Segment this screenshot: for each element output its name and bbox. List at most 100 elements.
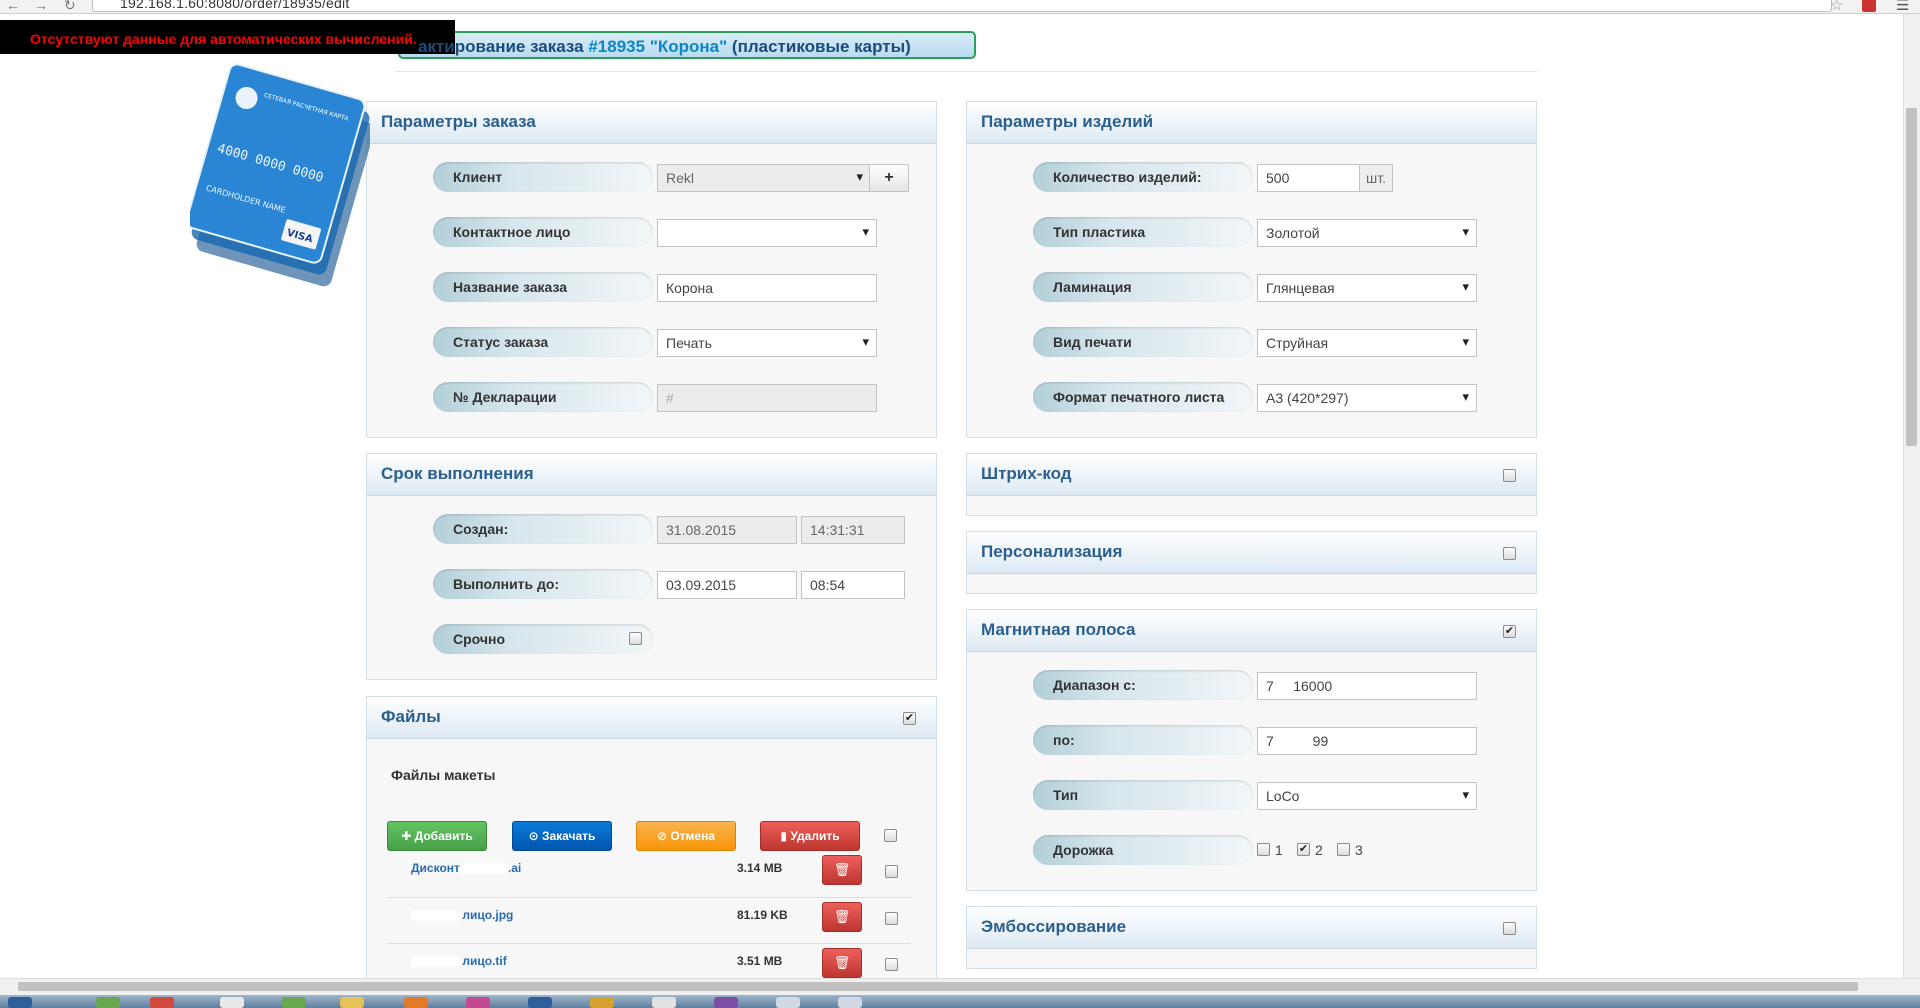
back-icon[interactable]: ← <box>6 0 20 13</box>
file-select-checkbox[interactable] <box>885 912 898 925</box>
pdf-extension-icon[interactable] <box>1862 0 1876 12</box>
add-client-button[interactable]: + <box>869 164 909 192</box>
range-from-label: Диапазон с: <box>1033 670 1253 700</box>
order-status-label: Статус заказа <box>433 327 653 357</box>
bookmark-star-icon[interactable]: ☆ <box>1830 0 1843 14</box>
title-suffix: (пластиковые карты) <box>727 37 911 56</box>
range-from-value: 7 16000 <box>1266 678 1333 694</box>
file-name-link[interactable]: лицо.jpg <box>411 908 513 922</box>
created-time-input[interactable]: 14:31:31 <box>801 516 905 544</box>
due-time-input[interactable]: 08:54 <box>801 571 905 599</box>
barcode-panel: Штрих-код <box>966 453 1537 516</box>
file-name-link[interactable]: лицо.tif <box>411 954 507 968</box>
file-select-checkbox[interactable] <box>885 865 898 878</box>
file-size: 3.14 MB <box>737 861 783 875</box>
client-select[interactable]: Rekl <box>657 164 871 192</box>
track-2-checkbox[interactable]: ✔ <box>1297 843 1310 856</box>
track-row: Дорожка 1 ✔ 2 3 <box>1033 835 1433 865</box>
embossing-toggle-checkbox[interactable] <box>1503 922 1516 935</box>
cancel-upload-button[interactable]: ⊘ Отмена <box>636 821 736 851</box>
barcode-title: Штрих-код <box>981 464 1072 483</box>
order-name-label: Название заказа <box>433 272 653 302</box>
taskbar-app-icon[interactable] <box>714 997 738 1008</box>
title-divider <box>395 71 1537 72</box>
order-name-input[interactable]: Корона <box>657 274 877 302</box>
barcode-toggle-checkbox[interactable] <box>1503 469 1516 482</box>
horizontal-scrollbar-thumb[interactable] <box>18 982 1858 991</box>
print-type-select[interactable]: Струйная <box>1257 329 1477 357</box>
browser-menu-icon[interactable]: ☰ <box>1896 0 1909 14</box>
declaration-input[interactable]: # <box>657 384 877 412</box>
plastic-type-select[interactable]: Золотой <box>1257 219 1477 247</box>
taskbar-app-icon[interactable] <box>340 997 364 1008</box>
created-date-input[interactable]: 31.08.2015 <box>657 516 797 544</box>
deadline-title: Срок выполнения <box>381 464 534 483</box>
urgent-checkbox[interactable] <box>629 632 642 645</box>
personalization-toggle-checkbox[interactable] <box>1503 547 1516 560</box>
sheet-format-value: А3 (420*297) <box>1266 390 1349 406</box>
taskbar-app-icon[interactable] <box>220 997 244 1008</box>
range-to-value: 7 99 <box>1266 733 1329 749</box>
forward-icon[interactable]: → <box>34 0 48 13</box>
track-3-checkbox[interactable] <box>1337 843 1350 856</box>
address-bar[interactable] <box>92 0 1832 12</box>
trash-icon: 🗑 <box>833 955 851 970</box>
start-button-icon[interactable] <box>8 997 32 1008</box>
delete-file-button[interactable]: 🗑 <box>822 855 862 885</box>
file-name-start: Дисконт <box>411 861 460 875</box>
contact-label: Контактное лицо <box>433 217 653 247</box>
quantity-input[interactable]: 500 <box>1257 164 1361 192</box>
magnetic-stripe-toggle-checkbox[interactable]: ✔ <box>1503 625 1516 638</box>
taskbar-app-icon[interactable] <box>404 997 428 1008</box>
taskbar-app-icon[interactable] <box>776 997 800 1008</box>
due-date-value: 03.09.2015 <box>666 577 737 593</box>
contact-select[interactable] <box>657 219 877 247</box>
taskbar-app-icon[interactable] <box>282 997 306 1008</box>
quantity-label: Количество изделий: <box>1033 162 1253 192</box>
lamination-select[interactable]: Глянцевая <box>1257 274 1477 302</box>
trash-icon: 🗑 <box>833 862 851 877</box>
delete-file-button[interactable]: 🗑 <box>822 948 862 978</box>
personalization-panel: Персонализация <box>966 531 1537 594</box>
file-row: Дисконт .ai 3.14 MB 🗑 <box>387 851 911 897</box>
due-label: Выполнить до: <box>433 569 653 599</box>
add-file-button[interactable]: ✚ Добавить <box>387 821 487 851</box>
file-name-link[interactable]: Дисконт .ai <box>411 861 521 875</box>
due-date-input[interactable]: 03.09.2015 <box>657 571 797 599</box>
order-status-select[interactable]: Печать <box>657 329 877 357</box>
lamination-value: Глянцевая <box>1266 280 1335 296</box>
upload-file-label: Закачать <box>541 829 596 843</box>
taskbar-app-icon[interactable] <box>96 997 120 1008</box>
product-params-title: Параметры изделий <box>981 112 1154 131</box>
select-all-files-checkbox[interactable] <box>884 829 897 842</box>
track-1-label: 1 <box>1275 842 1283 858</box>
sheet-format-select[interactable]: А3 (420*297) <box>1257 384 1477 412</box>
stripe-type-select[interactable]: LoCo <box>1257 782 1477 810</box>
upload-file-button[interactable]: ⊙ Закачать <box>512 821 612 851</box>
client-value: Rekl <box>666 170 695 186</box>
taskbar-app-icon[interactable] <box>466 997 490 1008</box>
taskbar-browser-icon[interactable] <box>150 997 174 1008</box>
vertical-scrollbar-thumb[interactable] <box>1906 108 1917 446</box>
reload-icon[interactable]: ↻ <box>64 0 76 14</box>
range-to-input[interactable]: 7 99 <box>1257 727 1477 755</box>
personalization-title: Персонализация <box>981 542 1123 561</box>
track-1-checkbox[interactable] <box>1257 843 1270 856</box>
delete-files-button[interactable]: ▮ Удалить <box>760 821 860 851</box>
files-toggle-checkbox[interactable]: ✔ <box>903 712 916 725</box>
file-name-end: .ai <box>507 861 522 875</box>
delete-files-label: Удалить <box>790 829 840 843</box>
file-select-checkbox[interactable] <box>885 958 898 971</box>
embossing-panel: Эмбоссирование <box>966 906 1537 969</box>
track-2-label: 2 <box>1315 842 1323 858</box>
taskbar-app-icon[interactable] <box>590 997 614 1008</box>
order-name-value: Корона <box>666 280 714 296</box>
embossing-title: Эмбоссирование <box>981 917 1127 936</box>
taskbar-app-icon[interactable] <box>652 997 676 1008</box>
delete-file-button[interactable]: 🗑 <box>822 902 862 932</box>
range-from-input[interactable]: 7 16000 <box>1257 672 1477 700</box>
taskbar-app-icon[interactable] <box>528 997 552 1008</box>
taskbar-app-icon[interactable] <box>838 997 862 1008</box>
url-text[interactable]: 192.168.1.60:8080/order/18935/edit <box>120 0 349 11</box>
order-params-header: Параметры заказа <box>367 102 936 144</box>
